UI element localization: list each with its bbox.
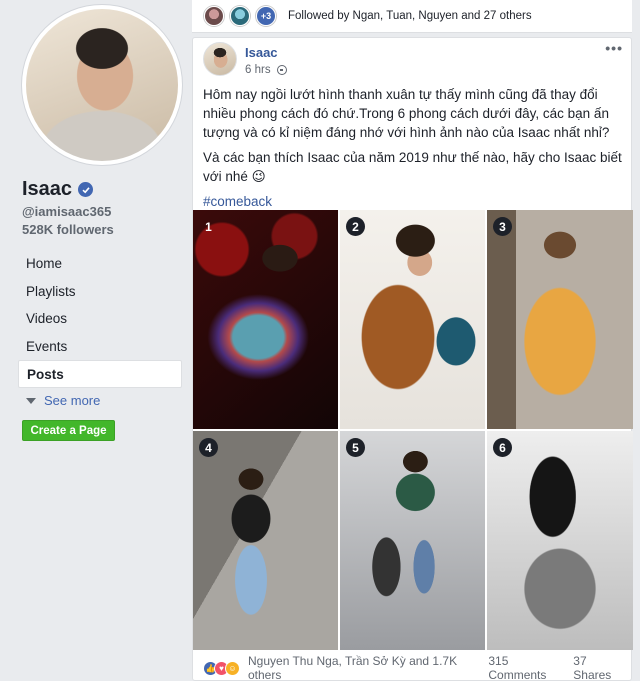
comments-count[interactable]: 315 Comments [488, 654, 565, 681]
post-photo[interactable]: 1 [193, 210, 338, 429]
followed-by-bar: +3 Followed by Ngan, Tuan, Nguyen and 27… [192, 0, 632, 33]
post-footer: 👍 ♥ ☺ Nguyen Thu Nga, Trần Sở Kỳ and 1.7… [203, 654, 625, 681]
post-photo[interactable]: 3 [487, 210, 633, 429]
left-column: Isaac @iamisaac365 528K followers Home P… [0, 0, 192, 681]
page-name-text[interactable]: Isaac [22, 178, 72, 201]
post-card: Isaac 6 hrs ••• Hôm nay ngồi lướt hình t… [192, 37, 633, 681]
post-photo[interactable]: 5 [340, 431, 485, 650]
see-more-label: See more [44, 393, 101, 408]
page-handle: @iamisaac365 [22, 204, 112, 219]
post-photo[interactable]: 6 [487, 431, 633, 650]
photo-grid: 1 2 3 4 5 6 [193, 210, 633, 650]
author-avatar[interactable] [203, 42, 237, 76]
nav-item-posts[interactable]: Posts [18, 360, 182, 388]
reactions-summary[interactable]: 👍 ♥ ☺ [203, 660, 240, 676]
create-page-button[interactable]: Create a Page [22, 420, 115, 441]
post-timestamp[interactable]: 6 hrs [245, 64, 271, 76]
page-title[interactable]: Isaac [22, 178, 94, 201]
profile-photo [26, 9, 178, 161]
post-photo[interactable]: 2 [340, 210, 485, 429]
caret-down-icon [26, 397, 36, 404]
photo-number-label: 4 [199, 438, 218, 457]
post-text-paragraph: Và các bạn thích Isaac của năm 2019 như … [203, 150, 622, 184]
photo-number-label: 3 [493, 217, 512, 236]
post-photo[interactable]: 4 [193, 431, 338, 650]
friend-avatar[interactable] [230, 6, 250, 26]
nav-item-home[interactable]: Home [18, 250, 182, 278]
nav-item-events[interactable]: Events [18, 333, 182, 361]
post-header: Isaac 6 hrs [203, 42, 287, 76]
photo-number-label: 5 [346, 438, 365, 457]
nav-item-videos[interactable]: Videos [18, 305, 182, 333]
profile-avatar[interactable] [22, 5, 182, 165]
followed-by-text[interactable]: Followed by Ngan, Tuan, Nguyen and 27 ot… [288, 10, 532, 22]
post-text-paragraph: Hôm nay ngồi lướt hình thanh xuân tự thấ… [203, 87, 610, 140]
post-author[interactable]: Isaac [245, 45, 287, 60]
photo-number-label: 6 [493, 438, 512, 457]
photo-number-label: 2 [346, 217, 365, 236]
haha-icon: ☺ [225, 660, 240, 676]
page-nav: Home Playlists Videos Events Posts See m… [18, 250, 182, 414]
nav-item-playlists[interactable]: Playlists [18, 278, 182, 306]
more-friends-badge[interactable]: +3 [256, 6, 276, 26]
friend-avatar[interactable] [204, 6, 224, 26]
see-more-button[interactable]: See more [18, 388, 182, 414]
globe-icon[interactable] [276, 65, 287, 75]
shares-count[interactable]: 37 Shares [573, 654, 625, 681]
more-options-icon[interactable]: ••• [605, 40, 623, 56]
photo-number-label: 1 [205, 219, 212, 234]
verified-check-icon [78, 182, 94, 197]
post-body: Hôm nay ngồi lướt hình thanh xuân tự thấ… [203, 85, 625, 217]
followers-count: 528K followers [22, 222, 114, 237]
reactions-text[interactable]: Nguyen Thu Nga, Trần Sở Kỳ and 1.7K othe… [248, 654, 480, 681]
hashtag-link[interactable]: #comeback [203, 194, 272, 209]
